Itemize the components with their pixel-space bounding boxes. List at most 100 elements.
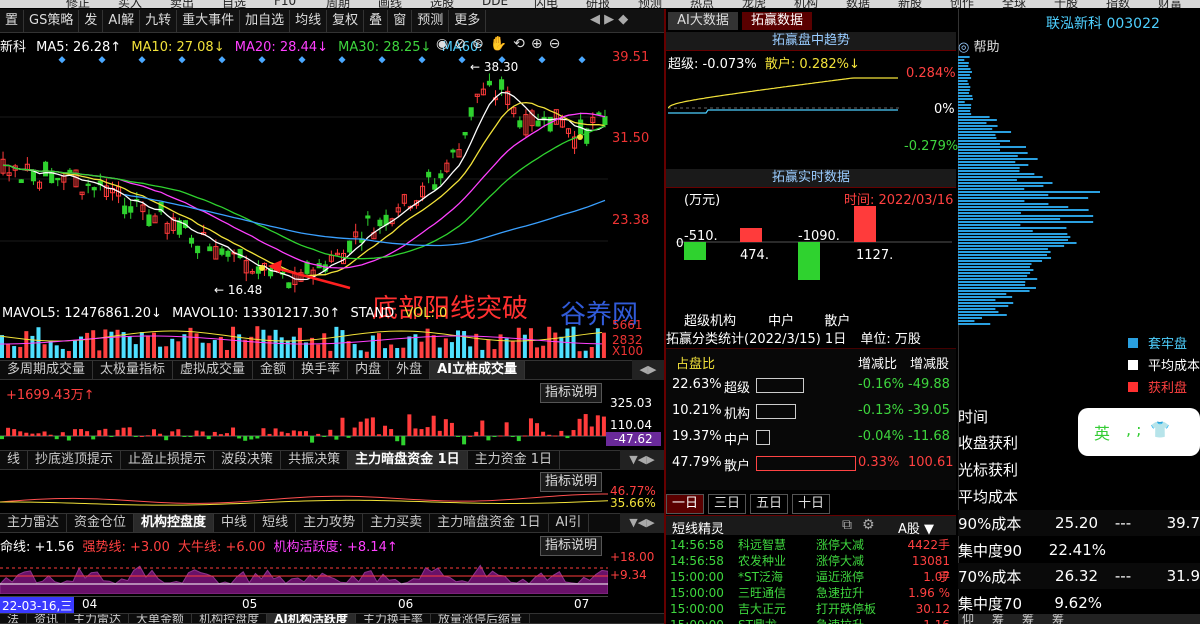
indicator-tab[interactable]: 波段决策 <box>214 451 282 469</box>
event-marker[interactable] <box>98 56 106 64</box>
toolbar-button[interactable]: 加自选 <box>240 9 291 32</box>
top-menu-item[interactable]: 全球 <box>1002 0 1026 8</box>
kline-chart[interactable] <box>0 55 664 305</box>
indicator-tab[interactable]: 短线 <box>255 514 297 532</box>
top-menu-item[interactable]: 周期 <box>326 0 350 8</box>
top-menu-item[interactable]: 研报 <box>586 0 610 8</box>
indicator-tab[interactable]: 主力攻势 <box>296 514 364 532</box>
event-marker[interactable] <box>218 56 226 64</box>
indicator-tab[interactable]: 线 <box>0 451 29 469</box>
indicator-tab[interactable]: 外盘 <box>389 361 431 379</box>
top-menu-item[interactable]: 新股 <box>898 0 922 8</box>
toolbar-button[interactable]: 重大事件 <box>177 9 241 32</box>
news-row[interactable]: 15:00:00 三旺通信 急速拉升 1.96 % <box>666 585 956 601</box>
bottom-tab[interactable]: 机构控盘度 <box>192 614 268 623</box>
toolbar-button[interactable]: 九转 <box>140 9 178 32</box>
top-menu-item[interactable]: DDE <box>482 0 508 8</box>
top-menu-item[interactable]: 自选 <box>222 0 246 8</box>
event-marker[interactable] <box>58 56 66 64</box>
ind3-help-button[interactable]: 指标说明 <box>540 536 603 556</box>
indicator-tab[interactable]: 主力资金 1日 <box>468 451 561 469</box>
top-menu-item[interactable]: 热点 <box>690 0 714 8</box>
event-marker[interactable] <box>138 56 146 64</box>
event-marker[interactable] <box>338 56 346 64</box>
indicator-tab[interactable]: 太极量指标 <box>93 361 174 379</box>
bottom-tab[interactable]: 主力雷达 <box>66 614 130 623</box>
chart-tool-icons[interactable]: ◉⊘⊛✋⟲⊕⊖ <box>436 36 566 52</box>
indicator-tab[interactable]: 主力雷达 <box>0 514 68 532</box>
toolbar-button[interactable]: 发 <box>79 9 104 32</box>
ime-toolbar[interactable]: 英 , ; 👕 <box>1078 408 1200 456</box>
ime-skin-icon[interactable]: 👕 <box>1150 420 1170 439</box>
news-row[interactable]: 15:00:00 吉大正元 打开跌停板 30.12 <box>666 601 956 617</box>
chip-tab[interactable]: 筹 <box>992 614 1004 624</box>
chip-tab[interactable]: 筹 <box>1052 614 1064 624</box>
ime-english-toggle[interactable]: 英 <box>1094 420 1110 444</box>
toolbar-button[interactable]: 更多 <box>449 9 487 32</box>
top-menu-item[interactable]: 数据 <box>846 0 870 8</box>
news-row[interactable]: 15:00:00ST鼎龙急速拉升1.16 <box>666 617 956 624</box>
indicator-tab[interactable]: 主力暗盘资金 1日 <box>348 451 468 469</box>
top-menu-item[interactable]: 选股 <box>430 0 454 8</box>
indicator-tab[interactable]: 虚拟成交量 <box>173 361 254 379</box>
top-menu-item[interactable]: 机构 <box>794 0 818 8</box>
news-row[interactable]: 14:56:58 农发种业 涨停大减 13081手 <box>666 553 956 584</box>
news-row[interactable]: 14:56:58 科远智慧 涨停大减 4422手 <box>666 537 956 553</box>
a-share-selector[interactable]: A股 ▼ <box>898 518 934 537</box>
bottom-tab[interactable]: 资讯 <box>27 614 67 623</box>
top-menu-item[interactable]: 龙虎 <box>742 0 766 8</box>
indicator-tab[interactable]: AI引 <box>549 514 590 532</box>
top-menu-item[interactable]: 买入 <box>118 0 142 8</box>
tabs1-scroll[interactable]: ◀▶ <box>632 360 664 380</box>
expand-icon[interactable]: ⧉ <box>842 517 852 533</box>
bottom-tab[interactable]: 主力换手率 <box>356 614 431 623</box>
chip-tab[interactable]: 筹 <box>1022 614 1034 624</box>
ind1-help-button[interactable]: 指标说明 <box>540 383 603 403</box>
toolbar-button[interactable]: 预测 <box>412 9 450 32</box>
top-menu-item[interactable]: F10 <box>274 0 296 8</box>
event-marker[interactable] <box>298 56 306 64</box>
event-marker[interactable] <box>418 56 426 64</box>
tabs3-scroll[interactable]: ▼◀▶ <box>620 513 664 533</box>
toolbar-button[interactable]: 复权 <box>327 9 365 32</box>
event-marker[interactable] <box>258 56 266 64</box>
indicator-tab[interactable]: 金额 <box>253 361 295 379</box>
bottom-tab[interactable]: AI机构活跃度 <box>267 614 356 623</box>
top-menu-item[interactable]: 卖出 <box>170 0 194 8</box>
period-tab[interactable]: 十日 <box>792 494 830 514</box>
news-row[interactable]: 15:00:00 *ST泛海 逼近涨停 1.07 <box>666 569 956 585</box>
indicator-tab[interactable]: 机构控盘度 <box>134 514 215 532</box>
settings-gear-icon[interactable]: ⚙ <box>862 517 875 533</box>
top-menu-item[interactable]: 预测 <box>638 0 662 8</box>
tab-tuoying-data[interactable]: 拓赢数据 <box>742 12 812 30</box>
top-menu-item[interactable]: 创作 <box>950 0 974 8</box>
indicator-tab[interactable]: 中线 <box>214 514 256 532</box>
top-menu-item[interactable]: 指数 <box>1106 0 1130 8</box>
toolbar-button[interactable]: 置 <box>0 9 25 32</box>
toolbar-button[interactable]: 叠 <box>364 9 389 32</box>
event-marker[interactable] <box>538 56 546 64</box>
indicator-tab[interactable]: 资金仓位 <box>67 514 135 532</box>
indicator-tab[interactable]: 换手率 <box>294 361 349 379</box>
indicator-tab[interactable]: 止盈止损提示 <box>121 451 215 469</box>
bottom-tab[interactable]: 法 <box>0 614 28 623</box>
tabs2-scroll[interactable]: ▼◀▶ <box>620 450 664 470</box>
indicator-tab[interactable]: 共振决策 <box>281 451 349 469</box>
top-menu-item[interactable]: 财富 <box>1158 0 1182 8</box>
bottom-tab[interactable]: 放量涨停后缩量 <box>431 614 530 623</box>
event-marker[interactable] <box>458 56 466 64</box>
indicator-tab[interactable]: 抄底逃顶提示 <box>28 451 122 469</box>
top-menu-item[interactable]: 十股 <box>1054 0 1078 8</box>
toolbar-button[interactable]: AI解 <box>103 9 141 32</box>
period-tab[interactable]: 三日 <box>708 494 746 514</box>
top-menu-item[interactable]: 画线 <box>378 0 402 8</box>
ime-punct-icon[interactable]: , ; <box>1126 420 1142 439</box>
bottom-tab[interactable]: 大单金额 <box>129 614 193 623</box>
chip-tab[interactable]: 仰 <box>962 614 974 624</box>
event-marker[interactable] <box>178 56 186 64</box>
event-marker[interactable] <box>578 56 586 64</box>
indicator-tab[interactable]: 主力暗盘资金 1日 <box>430 514 549 532</box>
period-tab[interactable]: 五日 <box>750 494 788 514</box>
toolbar-button[interactable]: 均线 <box>290 9 328 32</box>
toolbar-button[interactable]: 窗 <box>388 9 413 32</box>
